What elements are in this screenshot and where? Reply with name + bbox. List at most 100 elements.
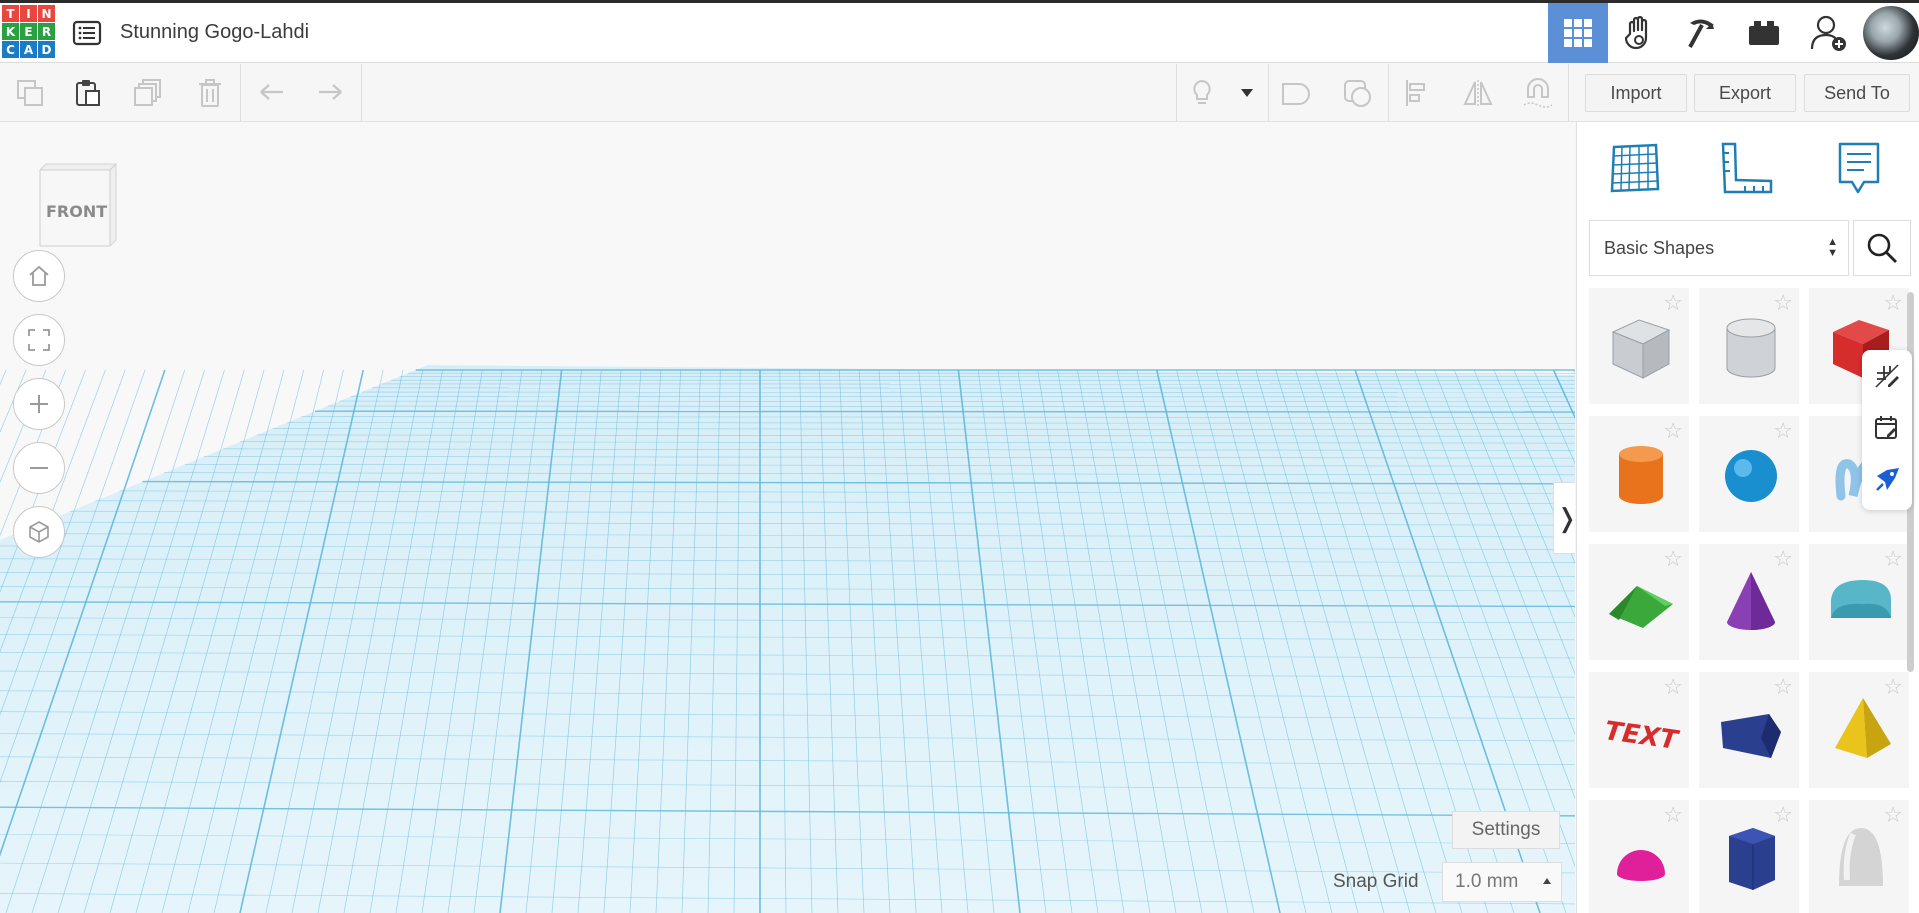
shape-tile-text[interactable]: TEXT ☆: [1589, 672, 1689, 788]
fit-view-button[interactable]: [13, 314, 65, 366]
user-avatar[interactable]: [1863, 6, 1919, 60]
chevron-right-icon: ❭: [1556, 503, 1575, 534]
delete-icon: [199, 79, 221, 107]
export-button[interactable]: Export: [1694, 74, 1796, 112]
favorite-star-icon[interactable]: ☆: [1663, 548, 1683, 570]
paste-button[interactable]: [72, 77, 104, 109]
notes-tool-button[interactable]: [1829, 138, 1889, 198]
edit-toolbar: Import Export Send To: [0, 64, 1919, 122]
favorite-star-icon[interactable]: ☆: [1663, 292, 1683, 314]
shape-tile-paraboloid[interactable]: ☆: [1809, 800, 1909, 913]
logo-letter: D: [38, 41, 55, 58]
logo-letter: R: [38, 23, 55, 40]
brick-icon: [1749, 21, 1779, 45]
shape-search-button[interactable]: [1853, 220, 1911, 276]
design-history-button[interactable]: [1871, 412, 1903, 444]
design-list-button[interactable]: [71, 17, 103, 49]
logo-letter: A: [20, 41, 37, 58]
shape-tile-sphere[interactable]: ☆: [1699, 416, 1799, 532]
view-circuits-button[interactable]: [1610, 3, 1670, 63]
zoom-in-button[interactable]: [13, 378, 65, 430]
align-button[interactable]: [1402, 77, 1434, 109]
grid-icon: [1564, 19, 1592, 47]
favorite-star-icon[interactable]: ☆: [1883, 292, 1903, 314]
favorite-star-icon[interactable]: ☆: [1663, 420, 1683, 442]
ruler-tool-button[interactable]: [1717, 138, 1777, 198]
mirror-button[interactable]: [1462, 77, 1494, 109]
hand-icon: [1624, 15, 1648, 50]
workplane-viewport[interactable]: FRONT ❭ Settings Snap Grid 1.0 mm: [0, 122, 1575, 913]
svg-text:TEXT: TEXT: [1603, 716, 1682, 756]
perspective-toggle-button[interactable]: [13, 506, 65, 558]
duplicate-button[interactable]: [132, 77, 164, 109]
sort-arrows-icon: ▲ ▼: [1827, 236, 1838, 259]
invite-user-button[interactable]: [1799, 3, 1859, 63]
notes-icon: [1838, 142, 1880, 194]
copy-button[interactable]: [14, 77, 46, 109]
design-title[interactable]: Stunning Gogo-Lahdi: [120, 21, 309, 44]
shape-tile-roof[interactable]: ☆: [1589, 544, 1689, 660]
shape-library-select[interactable]: Basic Shapes ▲ ▼: [1589, 220, 1849, 276]
home-view-button[interactable]: [13, 250, 65, 302]
shape-tile-round-roof[interactable]: ☆: [1809, 544, 1909, 660]
view-minecraft-button[interactable]: [1672, 3, 1732, 63]
tinkercad-logo[interactable]: TIN KER CAD: [2, 5, 56, 59]
zoom-out-button[interactable]: [13, 442, 65, 494]
workplane-grid[interactable]: [0, 122, 1575, 913]
shape-tile-wedge[interactable]: ☆: [1699, 672, 1799, 788]
edit-grid-button[interactable]: [1871, 360, 1903, 392]
shape-tile-box-hole[interactable]: ☆: [1589, 288, 1689, 404]
home-icon: [29, 265, 49, 286]
favorite-star-icon[interactable]: ☆: [1883, 548, 1903, 570]
add-user-icon: [1810, 15, 1846, 51]
floating-tools: [1862, 350, 1912, 510]
zoom-in-icon: [30, 395, 48, 413]
favorite-star-icon[interactable]: ☆: [1773, 676, 1793, 698]
collapse-panel-button[interactable]: ❭: [1553, 482, 1575, 554]
favorite-star-icon[interactable]: ☆: [1773, 292, 1793, 314]
logo-letter: T: [2, 5, 19, 22]
shape-tile-half-sphere[interactable]: ☆: [1589, 800, 1689, 913]
shape-tile-cylinder-hole[interactable]: ☆: [1699, 288, 1799, 404]
favorite-star-icon[interactable]: ☆: [1773, 804, 1793, 826]
import-button[interactable]: Import: [1585, 74, 1687, 112]
shape-tile-cylinder[interactable]: ☆: [1589, 416, 1689, 532]
send-to-button[interactable]: Send To: [1804, 74, 1910, 112]
view-cube-front-label: FRONT: [46, 202, 108, 221]
delete-button[interactable]: [194, 77, 226, 109]
ai-assist-button[interactable]: [1871, 464, 1903, 496]
undo-icon: [260, 84, 283, 100]
shapes-panel: Basic Shapes ▲▼ ☆☆☆☆☆☆☆☆☆TEXT☆☆☆☆☆☆: [1576, 122, 1919, 913]
snap-grid-label: Snap Grid: [1333, 871, 1419, 892]
show-all-dropdown[interactable]: [1232, 77, 1262, 109]
favorite-star-icon[interactable]: ☆: [1883, 676, 1903, 698]
view-cube[interactable]: FRONT: [36, 162, 120, 252]
view-bricks-button[interactable]: [1734, 3, 1794, 63]
redo-icon: [319, 84, 342, 100]
cruise-button[interactable]: [1522, 77, 1554, 109]
light-bulb-icon: [1193, 79, 1211, 104]
favorite-star-icon[interactable]: ☆: [1663, 676, 1683, 698]
favorite-star-icon[interactable]: ☆: [1773, 548, 1793, 570]
caret-up-icon: [1543, 878, 1551, 884]
view-3d-design-button[interactable]: [1548, 3, 1608, 63]
note-button[interactable]: [1280, 77, 1312, 109]
favorite-star-icon[interactable]: ☆: [1883, 804, 1903, 826]
settings-button[interactable]: Settings: [1452, 811, 1560, 849]
group-button[interactable]: [1342, 77, 1374, 109]
shape-tile-polygon[interactable]: ☆: [1699, 800, 1799, 913]
snap-grid-select[interactable]: 1.0 mm: [1442, 862, 1562, 902]
redo-button[interactable]: [314, 77, 346, 109]
favorite-star-icon[interactable]: ☆: [1773, 420, 1793, 442]
edit-grid-icon: [1875, 364, 1899, 388]
fit-view-icon: [28, 329, 50, 351]
logo-letter: E: [20, 23, 37, 40]
perspective-icon: [29, 521, 49, 543]
magnet-icon: [1523, 78, 1553, 108]
undo-button[interactable]: [256, 77, 288, 109]
favorite-star-icon[interactable]: ☆: [1663, 804, 1683, 826]
shape-tile-pyramid[interactable]: ☆: [1809, 672, 1909, 788]
shape-tile-cone[interactable]: ☆: [1699, 544, 1799, 660]
show-all-button[interactable]: [1186, 77, 1218, 109]
workplane-tool-button[interactable]: [1605, 138, 1665, 198]
